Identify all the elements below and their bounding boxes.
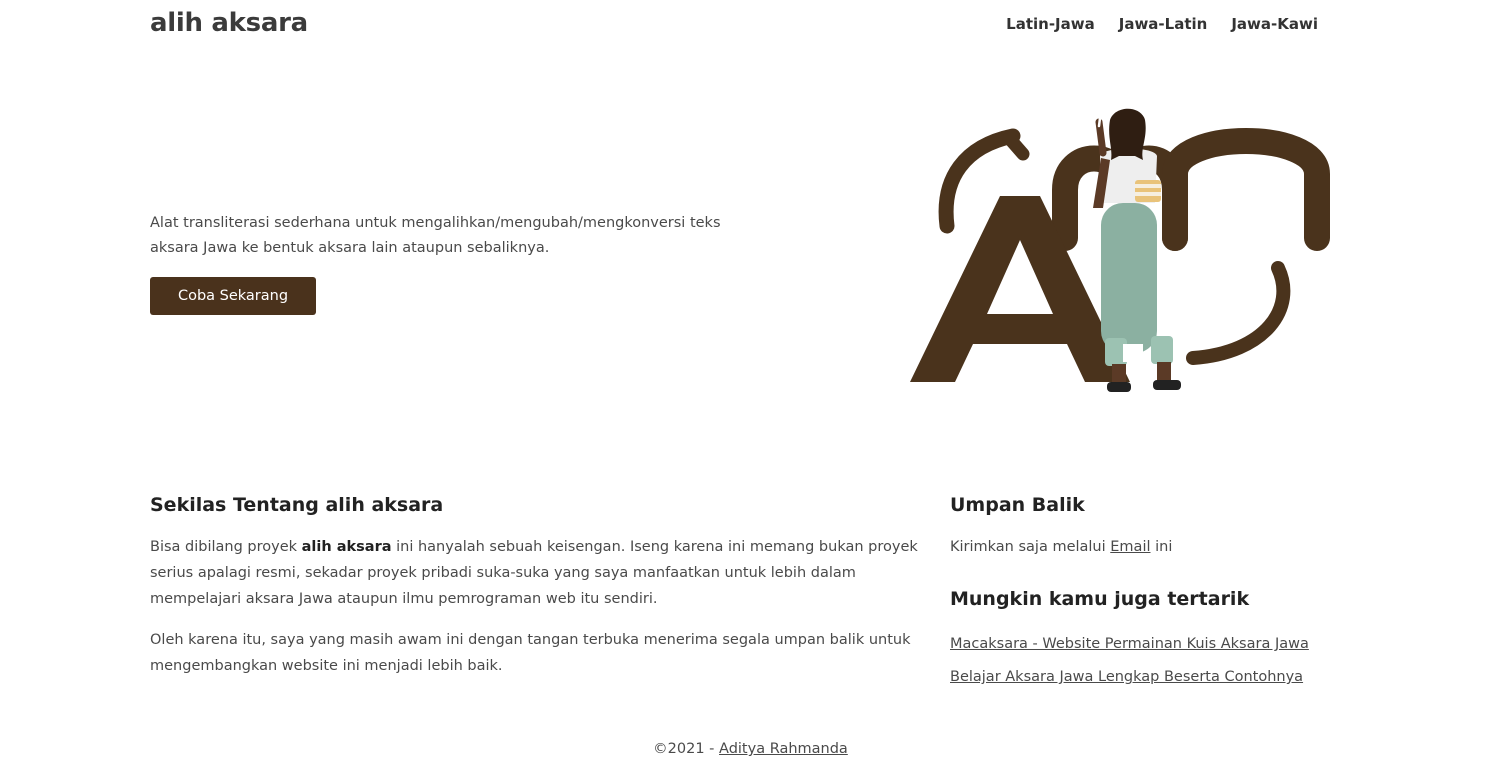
footer: ©2021 - Aditya Rahmanda — [0, 741, 1501, 757]
author-link[interactable]: Aditya Rahmanda — [719, 741, 848, 757]
nav-jawa-kawi[interactable]: Jawa-Kawi — [1231, 15, 1318, 33]
hero-description: Alat transliterasi sederhana untuk menga… — [150, 215, 721, 256]
about-p1-start: Bisa dibilang proyek — [150, 539, 302, 555]
related-title: Mungkin kamu juga tertarik — [950, 588, 1250, 610]
copyright-text: ©2021 - — [653, 741, 720, 757]
related-links: Macaksara - Website Permainan Kuis Aksar… — [950, 628, 1370, 694]
related-link-macaksara[interactable]: Macaksara - Website Permainan Kuis Aksar… — [950, 636, 1309, 652]
related-link-belajar-aksara[interactable]: Belajar Aksara Jawa Lengkap Beserta Cont… — [950, 669, 1303, 685]
hero-illustration — [910, 108, 1330, 392]
about-paragraph-1: Bisa dibilang proyek alih aksara ini han… — [150, 534, 930, 612]
about-section: Sekilas Tentang alih aksara Bisa dibilan… — [150, 494, 930, 694]
list-item: Macaksara - Website Permainan Kuis Aksar… — [950, 628, 1370, 661]
site-brand[interactable]: alih aksara — [150, 8, 308, 38]
about-paragraph-2: Oleh karena itu, saya yang masih awam in… — [150, 632, 911, 674]
nav-latin-jawa[interactable]: Latin-Jawa — [1006, 15, 1095, 33]
about-p1-brand: alih aksara — [301, 539, 392, 555]
about-title: Sekilas Tentang alih aksara — [150, 494, 444, 516]
sidebar: Umpan Balik Kirimkan saja melalui Email … — [950, 494, 1370, 694]
nav-jawa-latin[interactable]: Jawa-Latin — [1119, 15, 1208, 33]
list-item: Belajar Aksara Jawa Lengkap Beserta Cont… — [950, 661, 1370, 694]
feedback-text: Kirimkan saja melalui Email ini — [950, 534, 1370, 560]
try-now-button[interactable]: Coba Sekarang — [150, 277, 316, 315]
main-nav: Latin-Jawa Jawa-Latin Jawa-Kawi — [1006, 15, 1318, 33]
feedback-text-end: ini — [1150, 539, 1173, 555]
feedback-text-start: Kirimkan saja melalui — [950, 539, 1111, 555]
feedback-title: Umpan Balik — [950, 494, 1085, 516]
email-link[interactable]: Email — [1110, 539, 1150, 555]
